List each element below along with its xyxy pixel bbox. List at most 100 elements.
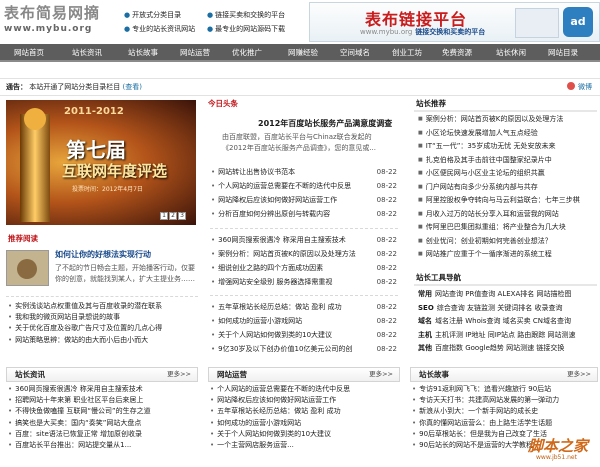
header-banner-ad[interactable]: 表布链接平台 www.mybu.org 链接交换和买卖的平台 ad [309, 2, 600, 42]
list-item[interactable]: 网站推广应重于个一循序渐进的系统工程 [418, 248, 596, 262]
list-item[interactable]: 360网页搜索很遇冷 称采用自主搜索技术08-22 [211, 233, 397, 247]
list-item[interactable]: 分析百度如何分辨出原创与转载内容08-22 [211, 207, 397, 221]
list-item[interactable]: 一个主营网店服务运营... [210, 440, 398, 451]
nav-item-operation[interactable]: 网站运营 [180, 44, 210, 62]
promo-line1: 第七届 [66, 138, 126, 162]
header-links-left: ● 开放式分类目录 ● 专业的站长资讯网站 [124, 8, 195, 36]
list-item[interactable]: 如何成功的运营小游戏网站08-22 [211, 314, 397, 328]
list-item[interactable]: 扎克伯格及其手击前往中国整家纪录片中 [418, 154, 596, 168]
list-item[interactable]: 案例分析：网站首页被K的原因以及处理方法08-22 [211, 247, 397, 261]
tool-row[interactable]: 域名 域名注册 Whois查询 域名买卖 CN域名查询 [418, 315, 594, 329]
nav-item-home[interactable]: 网站首页 [14, 44, 44, 62]
nav-item-seo[interactable]: 优化推广 [232, 44, 262, 62]
list-item[interactable]: 实例浅谈站点权重值及其与百度收录的潜在联系 [8, 301, 200, 312]
list-item[interactable]: 细说创业之路的四个方面成功因素08-22 [211, 261, 397, 275]
site-logo[interactable]: 表布简易网摘 www.mybu.org [4, 4, 104, 40]
list-item[interactable]: 关于个人网站如何做到类的10大建议08-22 [211, 328, 397, 342]
more-link[interactable]: 更多>> [167, 368, 191, 381]
promo-line3: 投票时间：2012年4月7日 [72, 186, 143, 193]
list-item[interactable]: 招聘网站十年来第 职业社区平台后来居上 [8, 395, 198, 406]
list-item[interactable]: 9亿30岁及以下创办价值10亿美元公司的创08-22 [211, 342, 397, 356]
list-item[interactable]: 创业忧问：创业初期如何完善创业想法？ [418, 235, 596, 249]
list-item[interactable]: 五年草根站长经历总结：做站 盈利 成功 [210, 406, 398, 417]
nav-item-stories[interactable]: 站长故事 [128, 44, 158, 62]
header-link[interactable]: ● 链接买卖和交换的平台 [207, 8, 285, 22]
more-link[interactable]: 更多>> [369, 368, 393, 381]
nav-item-leisure[interactable]: 站长休闲 [496, 44, 526, 62]
headline-title[interactable]: 2012年百度站长服务产品满意度调查 [258, 118, 392, 129]
list-item[interactable]: 专访91返利网飞飞：追看兴趣旅行 90后站 [412, 384, 596, 395]
list-item[interactable]: 五年草根站长经历总结：做站 盈利 成功08-22 [211, 300, 397, 314]
nav-item-news[interactable]: 站长资讯 [72, 44, 102, 62]
list-item[interactable]: 小区论坛快速发展增加人气五点经验 [418, 127, 596, 141]
nav-item-earning[interactable]: 网赚经验 [288, 44, 318, 62]
recommend-section-title: 推荐阅读 [8, 234, 38, 243]
list-item[interactable]: 关于优化百度及谷歌广告尺寸及位置的几点心得 [8, 323, 200, 334]
weibo-link[interactable]: 微博 [567, 79, 592, 95]
mid-article-list-3: 五年草根站长经历总结：做站 盈利 成功08-22 如何成功的运营小游戏网站08-… [211, 300, 397, 356]
nav-item-startup[interactable]: 创业工坊 [392, 44, 422, 62]
list-item[interactable]: 门户网站有向多少分系统内部与共存 [418, 181, 596, 195]
news-list: 360网页搜索很遇冷 称采用自主搜索技术 招聘网站十年来第 职业社区平台后来居上… [8, 384, 198, 451]
header-link[interactable]: ● 开放式分类目录 [124, 8, 195, 22]
right-recommend-list: 案例分析：网站首页被K的原因以及处理方法 小区论坛快速发展增加人气五点经验 IT… [418, 113, 596, 262]
notice-more-link[interactable]: (查看) [122, 83, 141, 91]
promo-slideshow[interactable]: 2011-2012 第七届 互联网年度评选 投票时间：2012年4月7日 123 [6, 100, 196, 225]
more-link[interactable]: 更多>> [567, 368, 591, 381]
list-item[interactable]: 如何成功的运营小游戏网站 [210, 418, 398, 429]
box-news-header: 站长资讯 更多>> [6, 367, 198, 382]
watermark-logo: 脚本之家 www.jb51.net [528, 437, 589, 461]
header-links-right: ● 链接买卖和交换的平台 ● 最专业的网站源码下载 [207, 8, 285, 36]
nav-item-free[interactable]: 免费资源 [442, 44, 472, 62]
list-item[interactable]: 网站策略思辨：做站的由大而小后由小而大 [8, 335, 200, 346]
recommend-title[interactable]: 如何让你的好想法实现行动 [55, 249, 151, 260]
list-item[interactable]: IT“五一代”：35岁成功无忧 无处安放未来 [418, 140, 596, 154]
list-item[interactable]: 新浪从小到大：一个新手网站的成长史 [412, 406, 596, 417]
tool-row[interactable]: SEO 综合查询 友链监测 关键词排名 收录查询 [418, 302, 594, 316]
banner-badge: ad [563, 7, 593, 37]
list-item[interactable]: 网站降权后应该如何做好网站运营工作08-22 [211, 193, 397, 207]
recommend-desc: 了不起的节日畅会主题，开始播客行动，仅要你的创意，就能找到某人，扩大主提业务…… [55, 264, 195, 283]
list-item[interactable]: 360网页搜索很遇冷 称采用自主搜索技术 [8, 384, 198, 395]
tool-row[interactable]: 其他 百度指数 Google趋势 网站测速 链接交换 [418, 342, 594, 356]
list-item[interactable]: 阿里控股权争夺转向与马云利益联合：七年三步棋 [418, 194, 596, 208]
nav-item-directory[interactable]: 网站目录 [548, 44, 578, 62]
divider [414, 284, 597, 286]
slide-dot[interactable]: 3 [178, 212, 186, 220]
banner-subtitle: www.mybu.org 链接交换和买卖的平台 [360, 28, 486, 36]
list-item[interactable]: 传阿里巴巴集团拟重组：将产业整合为几大块 [418, 221, 596, 235]
list-item[interactable]: 网站降权后应该如何做好网站运营工作 [210, 395, 398, 406]
list-item[interactable]: 专访天天打书：共建高网站发展的第一弹动力 [412, 395, 596, 406]
site-header: 表布简易网摘 www.mybu.org ● 开放式分类目录 ● 专业的站长资讯网站 … [0, 0, 600, 44]
list-item[interactable]: 我和我的微页网站目录想说的故事 [8, 312, 200, 323]
tool-row[interactable]: 常用 网站查询 PR值查询 ALEXA排名 网站描检图 [418, 288, 594, 302]
header-link[interactable]: ● 最专业的网站源码下载 [207, 22, 285, 36]
logo-title: 表布简易网摘 [4, 4, 101, 22]
recommend-right-title: 站长推荐 [416, 99, 446, 108]
list-item[interactable]: 关于个人网站如何做到类的10大建议 [210, 429, 398, 440]
left-article-list: 实例浅谈站点权重值及其与百度收录的潜在联系 我和我的微页网站目录想说的故事 关于… [8, 301, 200, 346]
main-nav: 网站首页 站长资讯 站长故事 网站运营 优化推广 网赚经验 空间域名 创业工坊 … [0, 44, 600, 62]
notice-text[interactable]: 本站开通了网站分类目录栏目 [29, 83, 120, 91]
list-item[interactable]: 增强网站安全级别 服务器选择需重视08-22 [211, 275, 397, 289]
list-item[interactable]: 案例分析：网站首页被K的原因以及处理方法 [418, 113, 596, 127]
list-item[interactable]: 个人网站的运营总需要在不断的迭代中反思08-22 [211, 179, 397, 193]
divider [414, 110, 597, 112]
list-item[interactable]: 你真的懂网站运营么：由上路生活学生话题 [412, 418, 596, 429]
list-item[interactable]: 月收入过万的站长分享入耳和运营我的网站 [418, 208, 596, 222]
tool-row[interactable]: 主机 主机评测 IP地址 同IP站点 路由跟踪 网站测速 [418, 329, 594, 343]
list-item[interactable]: 网站转让出售协议书范本08-22 [211, 165, 397, 179]
list-item[interactable]: 小区便民网与小区业主论坛的组织共赢 [418, 167, 596, 181]
list-item[interactable]: 个人网站的运营总需要在不断的迭代中反思 [210, 384, 398, 395]
recommend-thumbnail[interactable] [6, 250, 49, 286]
list-item[interactable]: 百度站长平台推出：网站提交量从1... [8, 440, 198, 451]
nav-item-hosting[interactable]: 空间域名 [340, 44, 370, 62]
list-item[interactable]: 不得快鱼做嗑撞 互联网“慢公司”的生存之道 [8, 406, 198, 417]
slide-dot[interactable]: 1 [160, 212, 168, 220]
list-item[interactable]: 百度：site语法已恢复正常 增加原创收录 [8, 429, 198, 440]
slide-dot[interactable]: 2 [169, 212, 177, 220]
mid-article-list-2: 360网页搜索很遇冷 称采用自主搜索技术08-22 案例分析：网站首页被K的原因… [211, 233, 397, 289]
list-item[interactable]: 搞笑也是大买卖：国内“奏笑”网站大盘点 [8, 418, 198, 429]
box-stories-header: 站长故事 更多>> [410, 367, 598, 382]
header-link[interactable]: ● 专业的站长资讯网站 [124, 22, 195, 36]
